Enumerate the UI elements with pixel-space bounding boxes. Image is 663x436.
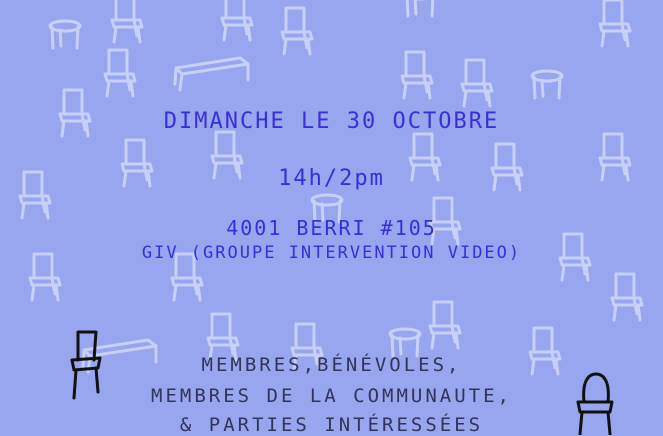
stool-icon bbox=[530, 69, 564, 100]
chair-icon bbox=[400, 50, 434, 100]
stool-icon bbox=[388, 327, 422, 358]
event-address: 4001 BERRI #105 bbox=[226, 216, 437, 240]
chair-icon bbox=[280, 6, 314, 56]
chair-icon bbox=[103, 48, 137, 98]
event-date: DIMANCHE LE 30 OCTOBRE bbox=[163, 109, 500, 134]
chair-icon bbox=[460, 58, 494, 108]
chair-icon bbox=[110, 0, 144, 44]
table-icon bbox=[173, 56, 250, 92]
event-time: 14h/2pm bbox=[278, 166, 385, 191]
event-organization: GIV (GROUPE INTERVENTION VIDEO) bbox=[141, 243, 522, 263]
audience-line-2: MEMBRES DE LA COMMUNAUTE, bbox=[151, 385, 512, 407]
chair-icon bbox=[220, 0, 254, 42]
audience-line-1: MEMBRES,BÉNÉVOLES, bbox=[201, 354, 462, 376]
chair-icon bbox=[610, 272, 644, 322]
stool-icon bbox=[403, 0, 437, 18]
audience-line-3: & PARTIES INTÉRESSÉES bbox=[179, 414, 484, 436]
stool-icon bbox=[48, 19, 82, 50]
chair-icon bbox=[428, 300, 462, 350]
chair-icon bbox=[598, 0, 632, 48]
